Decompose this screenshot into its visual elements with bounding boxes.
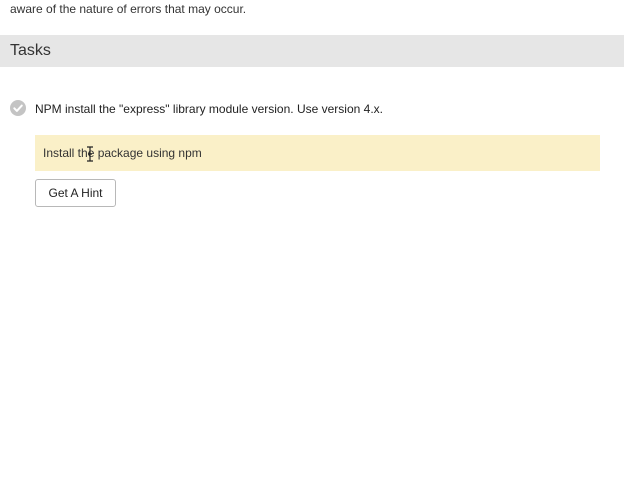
tasks-section-header: Tasks — [0, 35, 624, 67]
section-title: Tasks — [10, 42, 51, 59]
check-circle-icon — [10, 100, 26, 116]
task-item: NPM install the "express" library module… — [10, 100, 610, 118]
hint-box: Install the package using npm — [35, 135, 600, 171]
hint-text: Install the package using npm — [43, 146, 202, 160]
get-a-hint-button[interactable]: Get A Hint — [35, 179, 116, 207]
intro-text: aware of the nature of errors that may o… — [10, 2, 247, 16]
task-text: NPM install the "express" library module… — [35, 102, 383, 116]
page: aware of the nature of errors that may o… — [0, 0, 624, 493]
